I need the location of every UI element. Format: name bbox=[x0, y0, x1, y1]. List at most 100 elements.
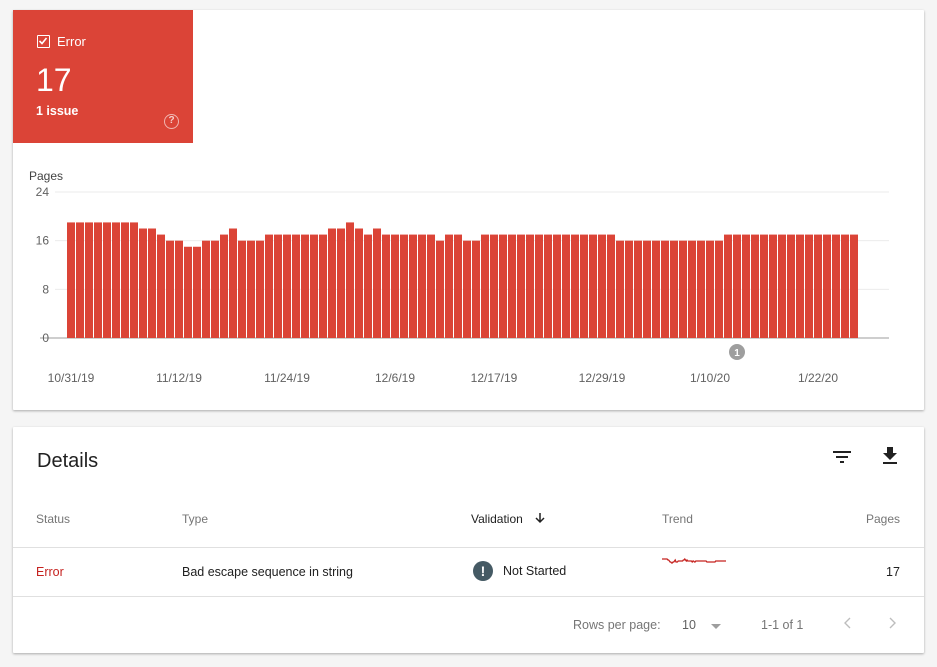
chart-bar[interactable] bbox=[364, 234, 372, 338]
chart-bar[interactable] bbox=[319, 234, 327, 338]
chart-bar[interactable] bbox=[535, 234, 543, 338]
chart-bar[interactable] bbox=[265, 234, 273, 338]
chart-bar[interactable] bbox=[211, 240, 219, 338]
chart-bar[interactable] bbox=[625, 240, 633, 338]
chart-bar[interactable] bbox=[274, 234, 282, 338]
chart-bar[interactable] bbox=[742, 234, 750, 338]
chart-bar[interactable] bbox=[202, 240, 210, 338]
chart-bar[interactable] bbox=[634, 240, 642, 338]
chart-bar[interactable] bbox=[778, 234, 786, 338]
chart-bar[interactable] bbox=[715, 240, 723, 338]
chart-bar[interactable] bbox=[391, 234, 399, 338]
chart-bar[interactable] bbox=[616, 240, 624, 338]
chart-bar[interactable] bbox=[337, 228, 345, 339]
chart-bar[interactable] bbox=[697, 240, 705, 338]
chart-bar[interactable] bbox=[103, 222, 111, 338]
chart-bar[interactable] bbox=[130, 222, 138, 338]
chart-bar[interactable] bbox=[481, 234, 489, 338]
chart-bar[interactable] bbox=[679, 240, 687, 338]
chart-bar[interactable] bbox=[139, 228, 147, 339]
chart-bar[interactable] bbox=[823, 234, 831, 338]
chart-bar[interactable] bbox=[355, 228, 363, 339]
chart-bar[interactable] bbox=[67, 222, 75, 338]
chart-bar[interactable] bbox=[85, 222, 93, 338]
chart-bar[interactable] bbox=[157, 234, 165, 338]
chart-bar[interactable] bbox=[796, 234, 804, 338]
chart-bar[interactable] bbox=[346, 222, 354, 338]
chart-bar[interactable] bbox=[598, 234, 606, 338]
filter-icon[interactable] bbox=[830, 445, 854, 469]
chart-bar[interactable] bbox=[805, 234, 813, 338]
chart-bar[interactable] bbox=[508, 234, 516, 338]
chart-bar[interactable] bbox=[409, 234, 417, 338]
chart-bar[interactable] bbox=[661, 240, 669, 338]
chart-bar[interactable] bbox=[427, 234, 435, 338]
chart-bar[interactable] bbox=[472, 240, 480, 338]
column-header-status[interactable]: Status bbox=[36, 512, 70, 526]
rows-per-page-select[interactable]: 10 bbox=[682, 618, 721, 632]
chart-bar[interactable] bbox=[175, 240, 183, 338]
chart-bar[interactable] bbox=[490, 234, 498, 338]
chart-bar[interactable] bbox=[238, 240, 246, 338]
chart-bar[interactable] bbox=[310, 234, 318, 338]
chart-bar[interactable] bbox=[607, 234, 615, 338]
chart-bar[interactable] bbox=[193, 246, 201, 338]
chart-bar[interactable] bbox=[112, 222, 120, 338]
chart-bar[interactable] bbox=[400, 234, 408, 338]
chart-bar[interactable] bbox=[463, 240, 471, 338]
chart-bar[interactable] bbox=[544, 234, 552, 338]
chart-bar[interactable] bbox=[121, 222, 129, 338]
chart-bar[interactable] bbox=[751, 234, 759, 338]
annotation-marker[interactable]: 1 bbox=[729, 344, 745, 360]
chart-bar[interactable] bbox=[229, 228, 237, 339]
chart-bar[interactable] bbox=[706, 240, 714, 338]
chevron-right-icon[interactable] bbox=[883, 614, 901, 632]
chart-bar[interactable] bbox=[292, 234, 300, 338]
chart-bar[interactable] bbox=[454, 234, 462, 338]
chart-bar[interactable] bbox=[517, 234, 525, 338]
chart-bar[interactable] bbox=[382, 234, 390, 338]
chart-bar[interactable] bbox=[652, 240, 660, 338]
column-header-trend[interactable]: Trend bbox=[662, 512, 693, 526]
chart-bar[interactable] bbox=[589, 234, 597, 338]
chart-bar[interactable] bbox=[436, 240, 444, 338]
chart-bar[interactable] bbox=[256, 240, 264, 338]
chart-bar[interactable] bbox=[760, 234, 768, 338]
chart-bar[interactable] bbox=[373, 228, 381, 339]
chart-bar[interactable] bbox=[148, 228, 156, 339]
chart-bar[interactable] bbox=[769, 234, 777, 338]
chart-bar[interactable] bbox=[184, 246, 192, 338]
chart-bar[interactable] bbox=[787, 234, 795, 338]
chart-bar[interactable] bbox=[724, 234, 732, 338]
chart-bar[interactable] bbox=[814, 234, 822, 338]
chart-bar[interactable] bbox=[553, 234, 561, 338]
download-icon[interactable] bbox=[878, 444, 902, 468]
chevron-left-icon[interactable] bbox=[839, 614, 857, 632]
chart-bar[interactable] bbox=[688, 240, 696, 338]
column-header-type[interactable]: Type bbox=[182, 512, 208, 526]
chart-bar[interactable] bbox=[418, 234, 426, 338]
column-header-pages[interactable]: Pages bbox=[866, 512, 900, 526]
chart-bar[interactable] bbox=[841, 234, 849, 338]
alert-circle-icon: ! bbox=[473, 561, 493, 581]
chart-bar[interactable] bbox=[301, 234, 309, 338]
chart-bar[interactable] bbox=[76, 222, 84, 338]
column-header-validation[interactable]: Validation bbox=[471, 512, 545, 526]
chart-bar[interactable] bbox=[445, 234, 453, 338]
chart-bar[interactable] bbox=[526, 234, 534, 338]
chart-bar[interactable] bbox=[94, 222, 102, 338]
chart-bar[interactable] bbox=[643, 240, 651, 338]
chart-bar[interactable] bbox=[571, 234, 579, 338]
chart-bar[interactable] bbox=[832, 234, 840, 338]
chart-bar[interactable] bbox=[220, 234, 228, 338]
chart-bar[interactable] bbox=[580, 234, 588, 338]
chart-bar[interactable] bbox=[328, 228, 336, 339]
chart-bar[interactable] bbox=[283, 234, 291, 338]
chart-bar[interactable] bbox=[247, 240, 255, 338]
chart-bar[interactable] bbox=[562, 234, 570, 338]
chart-bar[interactable] bbox=[670, 240, 678, 338]
chart-bar[interactable] bbox=[499, 234, 507, 338]
chart-bar[interactable] bbox=[166, 240, 174, 338]
chart-bar[interactable] bbox=[850, 234, 858, 338]
chart-bar[interactable] bbox=[733, 234, 741, 338]
